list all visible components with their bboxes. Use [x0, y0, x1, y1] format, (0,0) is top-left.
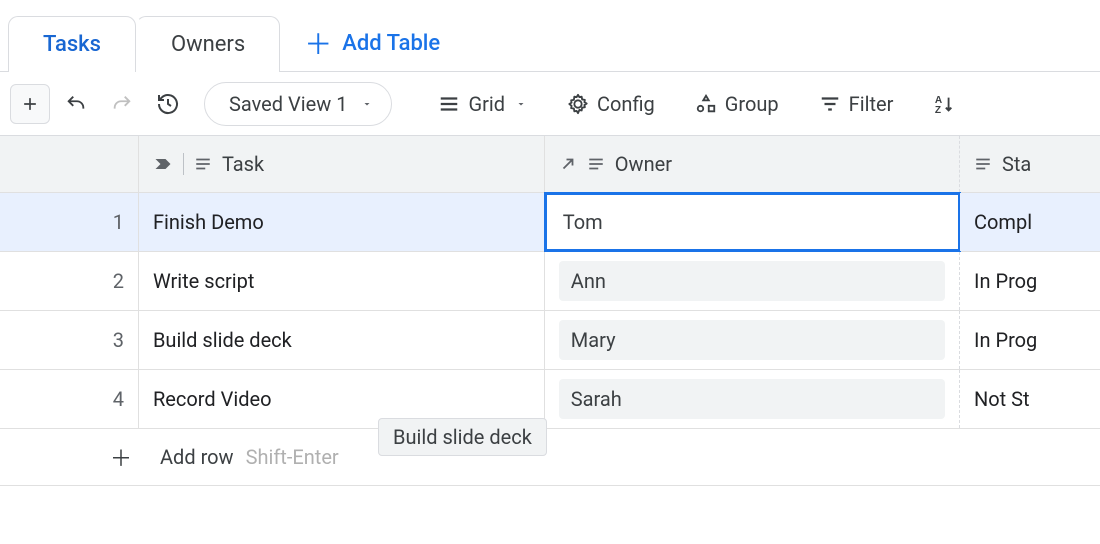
cell-owner[interactable]: Sarah — [545, 370, 960, 428]
plus-icon — [20, 94, 40, 114]
filter-icon — [819, 93, 841, 115]
cell-owner[interactable]: Tom — [545, 193, 960, 251]
cell-task[interactable]: Build slide deck — [139, 311, 545, 369]
cell-status[interactable]: Compl — [960, 193, 1100, 251]
config-button[interactable]: Config — [555, 82, 667, 126]
cell-owner[interactable]: Mary — [545, 311, 960, 369]
owner-chip: Mary — [559, 320, 945, 360]
divider — [183, 153, 184, 175]
table-tabs: Tasks Owners ＋ Add Table — [0, 0, 1100, 72]
grid-label: Grid — [468, 92, 505, 116]
filter-label: Filter — [849, 92, 894, 116]
history-icon — [156, 92, 180, 116]
redo-icon — [111, 93, 133, 115]
link-arrow-icon — [559, 155, 577, 173]
table-row[interactable]: 3 Build slide deck Mary In Prog — [0, 311, 1100, 370]
saved-view-label: Saved View 1 — [229, 92, 347, 116]
sort-az-icon: A Z — [933, 93, 955, 115]
cell-status[interactable]: Not St — [960, 370, 1100, 428]
tab-label: Tasks — [43, 32, 101, 57]
config-label: Config — [597, 92, 655, 116]
saved-view-dropdown[interactable]: Saved View 1 — [204, 82, 392, 126]
grid-icon — [438, 93, 460, 115]
text-lines-icon — [587, 155, 605, 173]
add-table-button[interactable]: ＋ Add Table — [280, 15, 464, 71]
undo-button[interactable] — [56, 84, 96, 124]
table-row[interactable]: 2 Write script Ann In Prog — [0, 252, 1100, 311]
gear-icon — [567, 93, 589, 115]
tab-tasks[interactable]: Tasks — [8, 16, 136, 72]
column-header-owner[interactable]: Owner — [545, 136, 960, 192]
history-button[interactable] — [148, 84, 188, 124]
owner-chip: Tom — [559, 202, 945, 242]
text-lines-icon — [194, 155, 212, 173]
column-label: Sta — [1002, 152, 1031, 176]
cell-task[interactable]: Finish Demo — [139, 193, 545, 251]
column-label: Owner — [615, 152, 672, 176]
cell-status[interactable]: In Prog — [960, 252, 1100, 310]
tab-owners[interactable]: Owners — [136, 16, 280, 72]
text-lines-icon — [974, 155, 992, 173]
owner-chip: Ann — [559, 261, 945, 301]
group-button[interactable]: Group — [683, 82, 791, 126]
data-grid: Task Owner Sta 1 Finish Demo Tom Compl 2… — [0, 136, 1100, 486]
row-number: 1 — [0, 193, 139, 251]
plus-icon: ＋ — [304, 23, 332, 63]
add-row-label: Add row — [160, 445, 234, 469]
add-button[interactable] — [10, 84, 50, 124]
cell-task[interactable]: Write script — [139, 252, 545, 310]
redo-button[interactable] — [102, 84, 142, 124]
tab-label: Owners — [171, 32, 245, 57]
row-number: 3 — [0, 311, 139, 369]
row-number: 2 — [0, 252, 139, 310]
group-icon — [695, 93, 717, 115]
grid-view-button[interactable]: Grid — [426, 82, 539, 126]
add-row-hint: Shift-Enter — [246, 445, 339, 469]
table-row[interactable]: 4 Record Video Sarah Not St — [0, 370, 1100, 429]
cell-status[interactable]: In Prog — [960, 311, 1100, 369]
column-header-task[interactable]: Task — [139, 136, 545, 192]
toolbar: Saved View 1 Grid Config Group Filter A … — [0, 72, 1100, 136]
filter-button[interactable]: Filter — [807, 82, 906, 126]
column-header-status[interactable]: Sta — [960, 136, 1100, 192]
caret-down-icon — [515, 98, 527, 110]
row-number: 4 — [0, 370, 139, 428]
column-label: Task — [222, 152, 264, 176]
sort-button[interactable]: A Z — [921, 82, 955, 126]
add-row-footer[interactable]: ＋ Add row Shift-Enter — [0, 429, 1100, 486]
undo-icon — [65, 93, 87, 115]
plus-icon: ＋ — [110, 441, 132, 473]
add-row-cell: Add row Shift-Enter — [146, 429, 1100, 485]
owner-chip: Sarah — [559, 379, 945, 419]
add-table-label: Add Table — [342, 31, 440, 56]
svg-text:Z: Z — [935, 105, 941, 115]
table-row[interactable]: 1 Finish Demo Tom Compl — [0, 193, 1100, 252]
tag-icon — [153, 154, 173, 174]
grid-header-row: Task Owner Sta — [0, 136, 1100, 193]
caret-down-icon — [361, 98, 373, 110]
row-number-header — [0, 136, 139, 192]
tooltip: Build slide deck — [378, 418, 547, 456]
group-label: Group — [725, 92, 779, 116]
cell-owner[interactable]: Ann — [545, 252, 960, 310]
add-row-plus-cell: ＋ — [0, 429, 146, 485]
